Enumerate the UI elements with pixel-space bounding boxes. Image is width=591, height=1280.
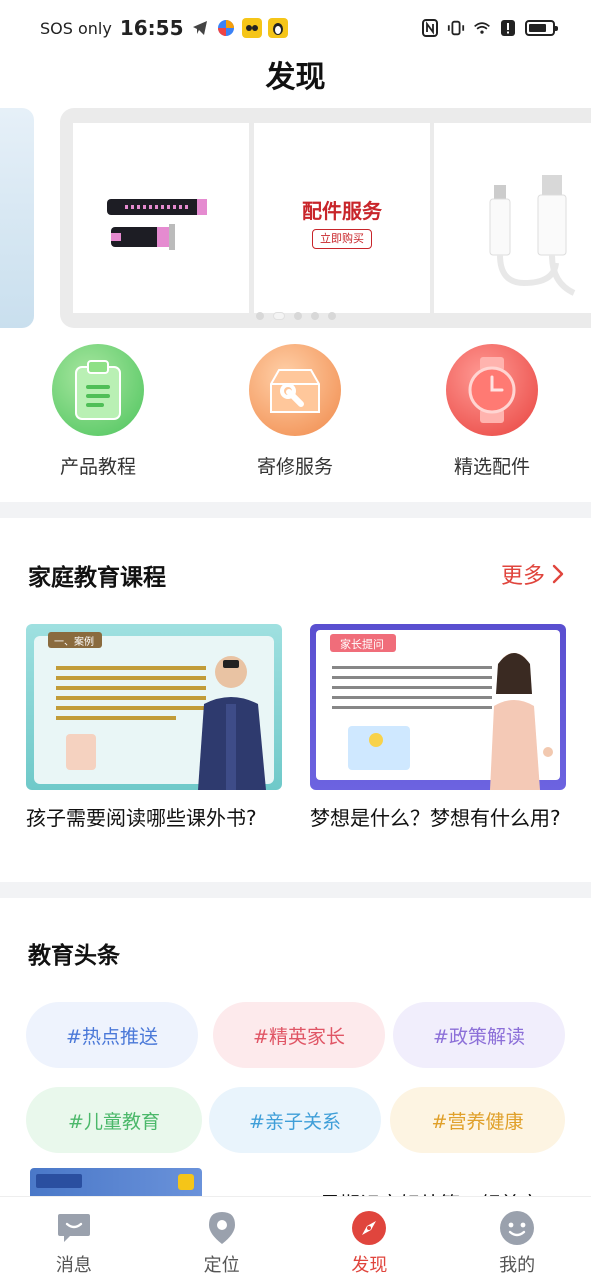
family-course-title: 家庭教育课程 — [28, 565, 166, 591]
smiley-icon — [499, 1211, 535, 1245]
selected-accessories-label: 精选配件 — [453, 456, 530, 478]
nav-discover[interactable]: 发现 — [296, 1197, 444, 1280]
more-link[interactable]: 更多 — [501, 558, 565, 590]
status-time: 16:55 — [119, 16, 184, 40]
message-icon — [56, 1211, 92, 1245]
chevron-right-icon — [552, 564, 564, 584]
telegram-icon — [190, 18, 210, 38]
course-card[interactable]: 一、案例 孩子需要阅读哪些课外书? — [26, 624, 282, 833]
watch-icon — [446, 344, 538, 436]
quick-actions: 产品教程 寄修服务 精选配件 — [0, 344, 591, 484]
banner-card-accessory-service[interactable]: 配件服务 立即购买 — [254, 123, 430, 313]
more-label: 更多 — [500, 564, 545, 589]
nav-mine-label: 我的 — [499, 1255, 536, 1276]
vibrate-icon — [447, 18, 465, 38]
nfc-icon — [421, 18, 439, 38]
banner-dot — [294, 312, 302, 320]
banner-dot — [311, 312, 319, 320]
tag-nutrition-health[interactable]: #营养健康 — [390, 1087, 565, 1153]
tag-policy-reading[interactable]: #政策解读 — [393, 1002, 565, 1068]
yellow-app-icon — [241, 18, 262, 38]
buy-now-button[interactable]: 立即购买 — [312, 229, 372, 249]
banner-card-charging-cable[interactable] — [434, 123, 591, 313]
course-thumbnail: 家长提问 — [310, 624, 566, 790]
status-right — [421, 18, 558, 38]
tag-child-education[interactable]: #儿童教育 — [26, 1087, 202, 1153]
alert-icon — [499, 18, 517, 38]
status-bar: SOS only 16:55 — [0, 0, 591, 56]
course-card[interactable]: 家长提问 梦想是什么？梦想有什么用? — [310, 624, 566, 833]
news-thumb-icon — [178, 1174, 194, 1190]
repair-service-label: 寄修服务 — [256, 456, 333, 478]
tag-hot-push[interactable]: #热点推送 — [26, 1002, 198, 1068]
clipboard-icon — [52, 344, 144, 436]
colorful-app-icon — [216, 18, 236, 38]
course-badge: 一、案例 — [54, 637, 94, 648]
wrench-box-icon — [249, 344, 341, 436]
banner-card-watch-strap[interactable] — [73, 123, 249, 313]
nav-messages[interactable]: 消息 — [0, 1197, 148, 1280]
location-pin-icon — [204, 1211, 240, 1245]
nav-discover-label: 发现 — [351, 1255, 388, 1276]
course-title: 梦想是什么？梦想有什么用? — [310, 806, 561, 830]
repair-service-button[interactable]: 寄修服务 — [225, 344, 365, 479]
bottom-navigation: 消息 定位 发现 我的 — [0, 1196, 591, 1280]
battery-icon — [525, 20, 558, 36]
page-title: 发现 — [265, 60, 326, 95]
nav-mine[interactable]: 我的 — [443, 1197, 591, 1280]
banner-dot — [328, 312, 336, 320]
course-title: 孩子需要阅读哪些课外书? — [26, 806, 257, 830]
wifi-icon — [473, 18, 491, 38]
nav-location[interactable]: 定位 — [148, 1197, 296, 1280]
banner-previous-peek[interactable] — [0, 108, 34, 328]
education-news-title: 教育头条 — [28, 943, 120, 969]
accessory-service-title: 配件服务 — [302, 199, 382, 223]
sos-indicator: SOS only — [40, 18, 112, 38]
watch-strap-image — [107, 199, 207, 250]
charging-cable-image — [489, 175, 576, 296]
section-divider — [0, 882, 591, 898]
course-thumbnail: 一、案例 — [26, 624, 282, 790]
news-badge-shape — [36, 1174, 82, 1188]
nav-location-label: 定位 — [203, 1255, 240, 1276]
selected-accessories-button[interactable]: 精选配件 — [422, 344, 562, 479]
banner-carousel[interactable]: 配件服务 立即购买 — [60, 108, 591, 328]
banner-dot — [256, 312, 264, 320]
tag-parent-child[interactable]: #亲子关系 — [209, 1087, 381, 1153]
product-tutorial-button[interactable]: 产品教程 — [28, 344, 168, 479]
product-tutorial-label: 产品教程 — [59, 456, 136, 478]
banner-dot-active — [273, 312, 285, 320]
section-divider — [0, 502, 591, 518]
status-left: SOS only 16:55 — [40, 16, 288, 40]
compass-icon — [351, 1211, 387, 1245]
nav-messages-label: 消息 — [55, 1255, 92, 1276]
penguin-app-icon — [267, 18, 288, 38]
course-badge: 家长提问 — [340, 638, 384, 651]
tag-elite-parents[interactable]: #精英家长 — [213, 1002, 385, 1068]
banner-pagination — [256, 312, 336, 320]
